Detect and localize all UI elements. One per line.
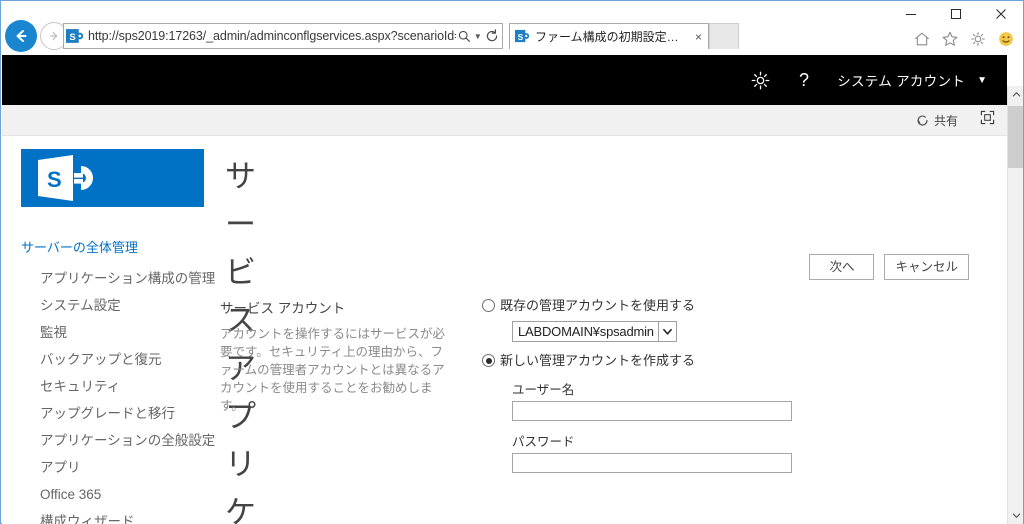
smiley-glyph bbox=[999, 32, 1013, 46]
close-button[interactable] bbox=[978, 1, 1023, 27]
back-arrow-icon bbox=[16, 30, 27, 42]
home-glyph bbox=[915, 32, 929, 46]
browser-tab[interactable]: S ファーム構成の初期設定ウィザード × bbox=[509, 23, 709, 49]
page-body: S サービス アプリケーションとサービス bbox=[2, 137, 1007, 524]
focus-glyph bbox=[980, 110, 995, 125]
address-dropdown-icon[interactable]: ▼ bbox=[473, 32, 483, 41]
suite-bar: ? システム アカウント ▼ bbox=[2, 55, 1007, 105]
share-button[interactable]: 共有 bbox=[916, 112, 958, 129]
maximize-icon bbox=[950, 9, 961, 19]
browser-command-bar bbox=[911, 28, 1017, 50]
sidebar-item-system-settings[interactable]: システム設定 bbox=[2, 292, 212, 319]
sidebar-item-apps[interactable]: アプリ bbox=[2, 454, 212, 481]
tab-strip: S ファーム構成の初期設定ウィザード × bbox=[509, 23, 739, 55]
sidebar-item-office-365[interactable]: Office 365 bbox=[2, 481, 212, 508]
settings-gear-icon[interactable] bbox=[738, 55, 783, 105]
refresh-icon[interactable] bbox=[483, 26, 500, 46]
sharepoint-tab-icon: S bbox=[515, 29, 530, 43]
tab-close-icon[interactable]: × bbox=[695, 31, 702, 43]
radio-new-account-label: 新しい管理アカウントを作成する bbox=[500, 353, 696, 368]
svg-text:S: S bbox=[518, 32, 524, 42]
close-icon bbox=[995, 9, 1006, 19]
action-buttons: 次へ キャンセル bbox=[809, 254, 969, 280]
radio-new-account[interactable]: 新しい管理アカウントを作成する bbox=[482, 352, 902, 369]
new-tab-button[interactable] bbox=[709, 23, 739, 49]
magnifier-glyph bbox=[458, 30, 470, 42]
radio-existing-account-label: 既存の管理アカウントを使用する bbox=[500, 298, 696, 313]
sharepoint-site-icon: S bbox=[66, 28, 83, 43]
settings-gear-glyph bbox=[751, 71, 770, 89]
form-section-title: サービス アカウント bbox=[220, 301, 346, 316]
cancel-button[interactable]: キャンセル bbox=[884, 254, 969, 280]
maximize-button[interactable] bbox=[933, 1, 978, 27]
svg-text:S: S bbox=[69, 32, 75, 43]
sidebar-item-backup-and-restore[interactable]: バックアップと復元 bbox=[2, 346, 212, 373]
navigation-buttons bbox=[5, 20, 68, 52]
browser-chrome: S http://sps2019:17263/_admin/adminconfl… bbox=[1, 1, 1023, 55]
page-viewport: ? システム アカウント ▼ 共有 S サービス アプリケ サーバーの全体管理 … bbox=[2, 55, 1023, 524]
help-question-icon[interactable]: ? bbox=[783, 55, 825, 105]
left-navigation: サーバーの全体管理 アプリケーション構成の管理 システム設定 監視 バックアップ… bbox=[2, 237, 215, 524]
password-field-block: パスワード bbox=[512, 431, 902, 473]
radio-existing-account[interactable]: 既存の管理アカウントを使用する bbox=[482, 297, 902, 314]
user-account-label[interactable]: システム アカウント bbox=[825, 55, 969, 105]
password-input[interactable] bbox=[512, 453, 792, 473]
back-button[interactable] bbox=[5, 20, 37, 52]
sidebar-item-monitoring[interactable]: 監視 bbox=[2, 319, 212, 346]
ribbon-strip: 共有 bbox=[2, 105, 1007, 136]
question-mark-glyph: ? bbox=[799, 70, 809, 90]
sharepoint-logo-glyph: S bbox=[21, 149, 204, 207]
gear-icon[interactable] bbox=[967, 28, 989, 50]
minimize-icon bbox=[905, 14, 916, 15]
tab-title: ファーム構成の初期設定ウィザード bbox=[535, 30, 687, 44]
gear-glyph bbox=[971, 32, 985, 46]
page-scrollbar[interactable] bbox=[1007, 86, 1023, 524]
logo-letter: S bbox=[47, 167, 62, 192]
radio-new-account-mark[interactable] bbox=[482, 354, 495, 367]
scrollbar-up-arrow-icon[interactable] bbox=[1008, 86, 1023, 103]
star-glyph bbox=[942, 31, 958, 46]
url-text: http://sps2019:17263/_admin/adminconflgs… bbox=[88, 29, 456, 43]
share-label: 共有 bbox=[933, 113, 958, 128]
star-icon[interactable] bbox=[939, 28, 961, 50]
sidebar-item-configuration-wizards[interactable]: 構成ウィザード bbox=[2, 508, 212, 524]
sharepoint-logo[interactable]: S bbox=[21, 149, 204, 207]
focus-on-content-icon[interactable] bbox=[980, 110, 995, 130]
chevron-up-glyph bbox=[1012, 92, 1020, 97]
search-icon[interactable] bbox=[456, 26, 473, 46]
sidebar-item-general-application-settings[interactable]: アプリケーションの全般設定 bbox=[2, 427, 215, 454]
smiley-icon[interactable] bbox=[995, 28, 1017, 50]
minimize-button[interactable] bbox=[888, 1, 933, 27]
left-nav-heading[interactable]: サーバーの全体管理 bbox=[2, 237, 212, 265]
svg-text:?: ? bbox=[799, 70, 809, 90]
form-fields-column: 既存の管理アカウントを使用する LABDOMAIN¥spsadmin 新しい管理… bbox=[482, 297, 902, 473]
existing-account-select[interactable]: LABDOMAIN¥spsadmin bbox=[512, 321, 677, 342]
username-input[interactable] bbox=[512, 401, 792, 421]
user-menu-chevron-down-icon[interactable]: ▼ bbox=[969, 55, 997, 105]
next-button[interactable]: 次へ bbox=[809, 254, 875, 280]
browser-window: S http://sps2019:17263/_admin/adminconfl… bbox=[0, 0, 1024, 524]
home-icon[interactable] bbox=[911, 28, 933, 50]
sidebar-item-upgrade-and-migration[interactable]: アップグレードと移行 bbox=[2, 400, 212, 427]
scrollbar-down-arrow-icon[interactable] bbox=[1008, 507, 1023, 524]
sidebar-item-security[interactable]: セキュリティ bbox=[2, 373, 212, 400]
sidebar-item-application-management[interactable]: アプリケーション構成の管理 bbox=[2, 265, 215, 292]
username-label: ユーザー名 bbox=[512, 383, 575, 397]
share-icon bbox=[917, 115, 928, 126]
existing-account-selected-value: LABDOMAIN¥spsadmin bbox=[518, 324, 654, 339]
radio-existing-account-mark[interactable] bbox=[482, 299, 495, 312]
refresh-glyph bbox=[486, 29, 497, 42]
username-field-block: ユーザー名 bbox=[512, 379, 902, 421]
address-bar[interactable]: S http://sps2019:17263/_admin/adminconfl… bbox=[63, 23, 503, 49]
forward-arrow-icon bbox=[50, 31, 58, 41]
chevron-down-icon[interactable] bbox=[657, 322, 676, 341]
form-description-column: サービス アカウント アカウントを操作するにはサービスが必要です。セキュリティ上… bbox=[220, 297, 445, 415]
password-label: パスワード bbox=[512, 435, 575, 449]
window-controls bbox=[888, 1, 1023, 27]
form-section-description: アカウントを操作するにはサービスが必要です。セキュリティ上の理由から、ファームの… bbox=[220, 327, 446, 413]
chevron-down-glyph bbox=[1012, 513, 1020, 518]
chevron-down-glyph bbox=[662, 328, 672, 335]
scrollbar-thumb[interactable] bbox=[1008, 106, 1023, 168]
